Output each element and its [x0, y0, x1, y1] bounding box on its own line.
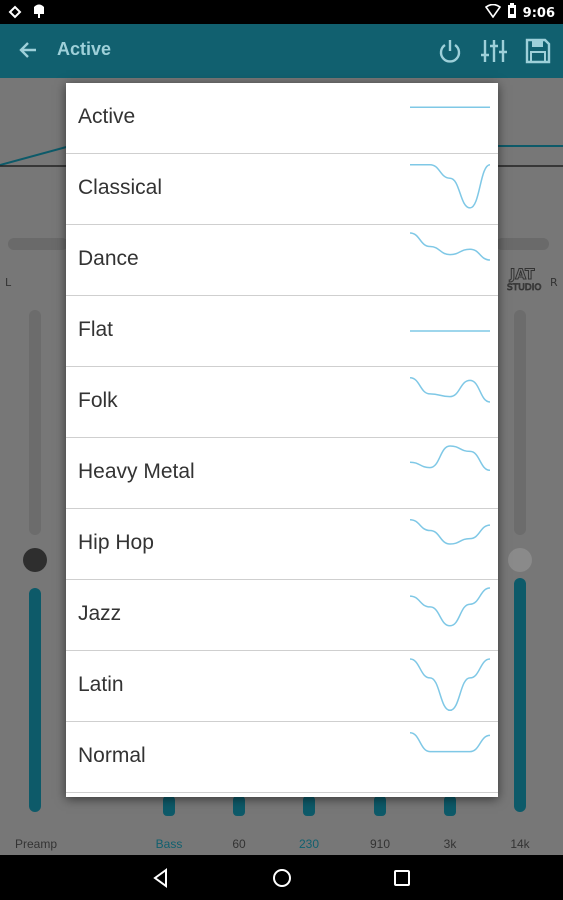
preset-curve-icon: [409, 731, 491, 753]
preset-curve-line: [410, 163, 491, 209]
band-label-910: 910: [369, 837, 391, 851]
navigation-bar: [0, 855, 563, 900]
band-label-bass: Bass: [155, 837, 183, 851]
left-channel-label: L: [5, 276, 12, 289]
svg-text:STUDIO: STUDIO: [507, 283, 541, 293]
preset-label: Active: [78, 105, 136, 128]
band-label-60: 60: [232, 837, 246, 851]
preamp-slider-fill: [29, 588, 41, 812]
cast-icon: [8, 4, 22, 23]
preset-curve-icon: [409, 445, 491, 472]
preset-item-jazz[interactable]: Jazz: [66, 580, 498, 651]
right-channel-label: R: [550, 276, 558, 289]
preamp-slider-knob[interactable]: [23, 548, 47, 572]
preset-item-flat[interactable]: Flat: [66, 296, 498, 367]
preset-curve-line: [409, 658, 491, 712]
preset-curve-icon: [409, 658, 491, 712]
save-icon[interactable]: [523, 36, 553, 66]
band-label-230: 230: [298, 837, 320, 851]
preset-curve-icon: [409, 376, 491, 403]
band-230-slider[interactable]: [303, 796, 315, 816]
preset-item-latin[interactable]: Latin: [66, 651, 498, 722]
page-title: Active: [57, 39, 112, 59]
band-label-14k: 14k: [510, 837, 530, 851]
preset-item-normal[interactable]: Normal: [66, 722, 498, 793]
preset-curve-line: [409, 376, 491, 403]
band-910-slider[interactable]: [374, 796, 386, 816]
preset-label: Latin: [78, 673, 124, 696]
preset-curve-icon: [409, 330, 490, 332]
preset-label: Normal: [78, 744, 146, 767]
bass-slider[interactable]: [163, 796, 175, 816]
preset-item-classical[interactable]: Classical: [66, 154, 498, 225]
band-14k-slider-fill: [514, 578, 526, 812]
battery-icon: [507, 3, 517, 23]
preset-curve-line: [409, 587, 491, 627]
band-3k-slider[interactable]: [444, 796, 456, 816]
band-60-slider[interactable]: [233, 796, 245, 816]
nav-back-icon[interactable]: [150, 867, 172, 889]
preset-curve-line: [409, 731, 491, 753]
preset-curve-line: [409, 445, 491, 472]
preset-curve-icon: [409, 518, 491, 545]
app-bar: Active: [0, 24, 563, 78]
preset-label: Jazz: [78, 602, 122, 625]
nav-home-icon[interactable]: [271, 867, 293, 889]
preset-curve-icon: [409, 587, 491, 627]
preset-label: Dance: [78, 247, 139, 270]
android-debug-icon: [32, 3, 46, 23]
band-14k-slider-knob[interactable]: [508, 548, 532, 572]
back-arrow-icon[interactable]: [16, 38, 40, 62]
preset-label: Heavy Metal: [78, 460, 195, 483]
preset-curve-line: [409, 518, 491, 545]
status-bar: 9:06: [0, 0, 563, 24]
band-label-preamp: Preamp: [14, 837, 58, 851]
preset-label: Folk: [78, 389, 118, 412]
balance-slider-right[interactable]: [496, 238, 549, 250]
equalizer-icon[interactable]: [479, 36, 509, 66]
svg-text:JAT: JAT: [509, 267, 535, 283]
preset-dialog: Active Classical Dance Flat Folk Heavy M…: [66, 83, 498, 797]
preset-item-folk[interactable]: Folk: [66, 367, 498, 438]
preset-item-hip-hop[interactable]: Hip Hop: [66, 509, 498, 580]
preset-item-active[interactable]: Active: [66, 83, 498, 154]
wifi-icon: [484, 3, 501, 22]
clock-time: 9:06: [522, 5, 555, 21]
preset-item-dance[interactable]: Dance: [66, 225, 498, 296]
band-label-3k: 3k: [443, 837, 457, 851]
preset-curve-icon: [410, 163, 491, 209]
band-14k-slider-track[interactable]: [514, 310, 526, 535]
preset-label: Classical: [78, 176, 163, 199]
preamp-slider-track[interactable]: [29, 310, 41, 535]
preset-item-heavy-metal[interactable]: Heavy Metal: [66, 438, 498, 509]
nav-recents-icon[interactable]: [391, 867, 413, 889]
preset-curve-line: [409, 232, 491, 261]
power-icon[interactable]: [435, 36, 465, 66]
preset-curve-icon: [409, 232, 491, 261]
preset-label: Hip Hop: [78, 531, 154, 554]
preset-curve-icon: [409, 106, 490, 108]
preset-label: Flat: [78, 318, 114, 341]
balance-slider-left[interactable]: [8, 238, 68, 250]
